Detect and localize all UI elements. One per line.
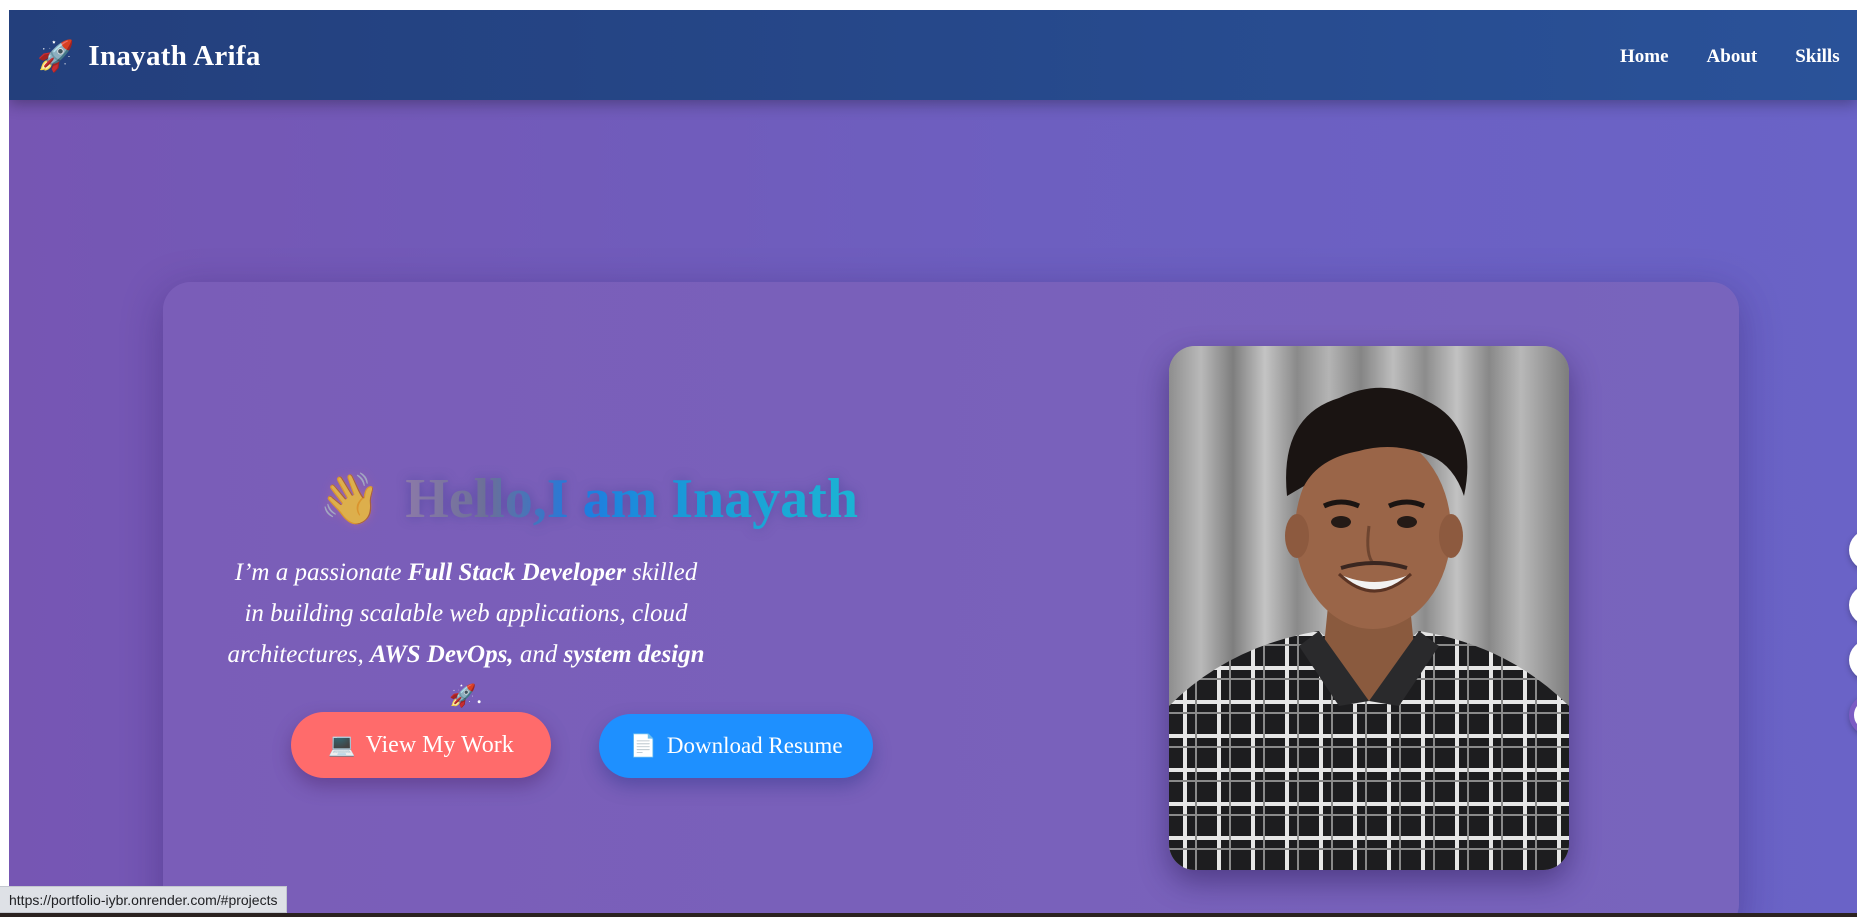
floating-nav-dot[interactable]	[1849, 640, 1857, 680]
view-my-work-label: View My Work	[365, 731, 514, 758]
nav-link-home[interactable]: Home	[1620, 46, 1669, 68]
desc-highlight-role: Full Stack Developer	[407, 559, 626, 586]
hero-card: 👋 Hello,I am Inayath I’m a passionate Fu…	[163, 282, 1739, 913]
download-resume-button[interactable]: 📄 Download Resume	[599, 714, 873, 778]
nav-link-skills[interactable]: Skills	[1795, 46, 1839, 68]
navbar: 🚀 Inayath Arifa Home About Skills	[9, 10, 1857, 100]
floating-nav-dot[interactable]	[1849, 585, 1857, 625]
waving-hand-icon: 👋	[319, 470, 382, 528]
download-resume-label: Download Resume	[666, 733, 843, 758]
document-icon: 📄	[629, 733, 657, 759]
profile-photo	[1169, 346, 1569, 870]
brand-name: Inayath Arifa	[88, 40, 261, 72]
desc-text: I’m a passionate	[234, 559, 408, 586]
desc-highlight-system-design: system design	[563, 641, 705, 668]
portfolio-page: 🚀 Inayath Arifa Home About Skills 👋 Hell…	[9, 10, 1857, 913]
profile-photo-image	[1169, 346, 1569, 870]
hero-title-text: Hello,I am Inayath	[405, 464, 858, 534]
desc-text: and	[513, 641, 564, 668]
bottom-strip	[0, 913, 1857, 917]
desc-highlight-aws: AWS DevOps,	[370, 641, 514, 668]
floating-nav-dot[interactable]	[1849, 530, 1857, 570]
floating-nav-dot-active[interactable]	[1849, 695, 1857, 735]
rocket-icon: 🚀	[449, 684, 477, 709]
laptop-icon: 💻	[328, 732, 356, 758]
hero-title: 👋 Hello,I am Inayath	[319, 464, 858, 534]
view-my-work-button[interactable]: 💻 View My Work	[291, 712, 551, 778]
rocket-icon: 🚀	[37, 38, 75, 74]
nav-links: Home About Skills	[1620, 46, 1840, 68]
nav-link-about[interactable]: About	[1707, 46, 1758, 68]
hero-description: I’m a passionate Full Stack Developer sk…	[223, 552, 709, 717]
desc-text: .	[476, 682, 483, 709]
brand-logo[interactable]: 🚀 Inayath Arifa	[37, 40, 261, 73]
status-bar-url: https://portfolio-iybr.onrender.com/#pro…	[0, 886, 288, 913]
